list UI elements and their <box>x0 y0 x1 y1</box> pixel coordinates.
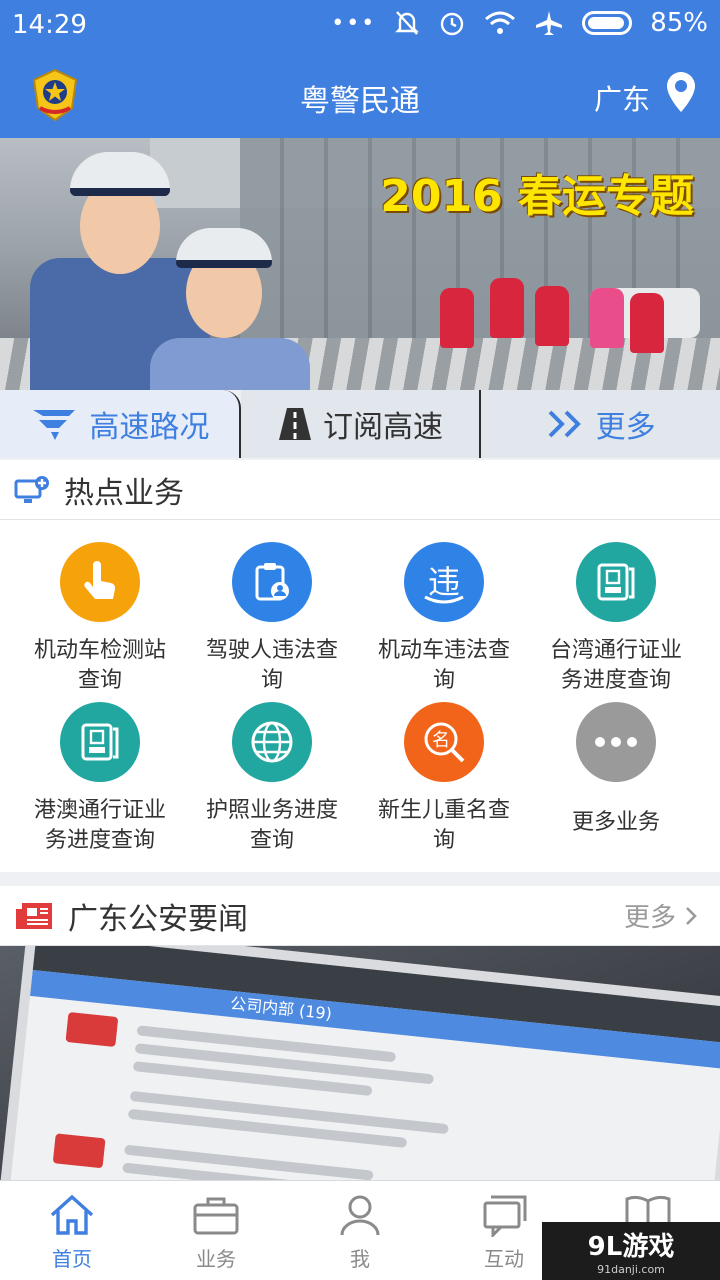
service-label: 询 <box>432 668 455 693</box>
service-label: 询 <box>260 668 283 693</box>
highway-speed-icon <box>33 410 76 440</box>
name-search-icon: 名 <box>404 702 484 782</box>
road-icon <box>279 408 311 440</box>
more-dots-icon <box>576 702 656 782</box>
hot-services-card: 热点业务 机动车检测站查询 驾驶人违法查询 违 机动车违法查询 台湾通行证业务 <box>0 460 720 872</box>
service-label: 务进度查询 <box>560 668 671 693</box>
section-title: 热点业务 <box>64 475 184 511</box>
phone-title-text: 公司内部 <box>229 993 296 1020</box>
news-header: 广东公安要闻 更多 <box>0 886 720 946</box>
status-icons: ••• 85% <box>331 8 708 38</box>
nav-me[interactable]: 我 <box>288 1181 432 1280</box>
status-bar: 14:29 ••• 85% <box>0 0 720 52</box>
news-card: 广东公安要闻 更多 公司内部 (19) <box>0 886 720 1180</box>
watermark-main: 9L游戏 <box>587 1232 675 1262</box>
nav-home[interactable]: 首页 <box>0 1181 144 1280</box>
hand-tap-icon <box>60 542 140 622</box>
service-label: 驾驶人违法查 <box>205 638 338 663</box>
taiwan-pass-icon <box>576 542 656 622</box>
tab-subscribe-highway[interactable]: 订阅高速 <box>240 390 482 458</box>
officer-female-cap <box>176 228 272 268</box>
service-label: 询 <box>432 828 455 853</box>
service-driver-violation[interactable]: 驾驶人违法查询 <box>182 542 362 696</box>
double-chevron-right-icon <box>548 410 581 438</box>
quick-tabs: 高速路况 订阅高速 更多 <box>0 390 720 458</box>
officer-female <box>150 338 310 390</box>
service-taiwan-pass[interactable]: 台湾通行证业 务进度查询 <box>526 542 706 696</box>
service-passport[interactable]: 护照业务进度 查询 <box>182 702 362 856</box>
location-pin-icon[interactable] <box>664 70 698 114</box>
driver-icon <box>232 542 312 622</box>
hk-macau-pass-icon <box>60 702 140 782</box>
service-label: 台湾通行证业 <box>549 638 682 663</box>
section-title: 广东公安要闻 <box>68 901 248 937</box>
airplane-icon <box>536 11 563 35</box>
nav-label: 互动 <box>484 1247 524 1271</box>
more-label: 更多 <box>623 903 676 933</box>
service-label: 机动车检测站 <box>33 638 166 663</box>
banner-headline: 2016 春运专题 <box>380 171 694 222</box>
wifi-icon <box>485 11 516 34</box>
service-label: 查询 <box>77 668 122 693</box>
service-label: 新生儿重名查 <box>377 798 510 823</box>
service-label: 务进度查询 <box>44 828 155 853</box>
battery-icon <box>582 11 633 35</box>
tab-more[interactable]: 更多 <box>481 390 720 458</box>
nav-label: 我 <box>350 1247 370 1271</box>
service-label: 查询 <box>249 828 294 853</box>
newspaper-icon <box>16 902 52 929</box>
chat-avatar <box>52 1133 106 1169</box>
monitor-plus-icon <box>14 475 49 503</box>
child-figure <box>630 293 664 353</box>
service-label: 更多业务 <box>571 810 660 835</box>
tab-label: 更多 <box>595 410 656 445</box>
service-more[interactable]: 更多业务 <box>526 702 706 838</box>
phone-title-count: (19) <box>298 1001 333 1024</box>
site-watermark: 9L游戏 91danji.com <box>542 1222 720 1280</box>
battery-percent: 85% <box>650 8 708 38</box>
svg-text:违: 违 <box>428 563 460 601</box>
mute-bell-icon <box>395 11 420 35</box>
location-label[interactable]: 广东 <box>594 78 650 118</box>
violation-icon: 违 <box>404 542 484 622</box>
nav-label: 首页 <box>52 1247 92 1271</box>
app-header: 粤警民通 广东 <box>0 52 720 138</box>
chat-icon <box>483 1195 527 1237</box>
tab-highway-traffic[interactable]: 高速路况 <box>0 390 241 458</box>
phone-image: 公司内部 (19) <box>0 946 720 1180</box>
child-figure <box>590 288 624 348</box>
service-label: 机动车违法查 <box>377 638 510 663</box>
service-label: 港澳通行证业 <box>33 798 166 823</box>
service-newborn-name[interactable]: 名 新生儿重名查询 <box>354 702 534 856</box>
promo-banner[interactable]: 2016 春运专题 <box>0 138 720 390</box>
news-image[interactable]: 公司内部 (19) <box>0 946 720 1180</box>
child-figure <box>535 286 569 346</box>
service-label: 护照业务进度 <box>205 798 338 823</box>
watermark-sub: 91danji.com <box>597 1263 665 1276</box>
service-vehicle-violation[interactable]: 违 机动车违法查询 <box>354 542 534 696</box>
hot-services-header: 热点业务 <box>0 460 720 520</box>
child-figure <box>490 278 524 338</box>
alarm-icon <box>441 12 464 36</box>
nav-label: 业务 <box>196 1247 236 1271</box>
service-vehicle-inspection[interactable]: 机动车检测站 查询 <box>10 542 190 696</box>
user-icon <box>340 1195 380 1236</box>
child-figure <box>440 288 474 348</box>
chat-avatar <box>65 1011 119 1048</box>
svg-text:名: 名 <box>432 730 450 751</box>
chevron-right-icon <box>686 906 697 925</box>
more-dots-status-icon: ••• <box>331 10 377 36</box>
tab-label: 订阅高速 <box>323 410 443 445</box>
tab-label: 高速路况 <box>89 410 210 445</box>
globe-icon <box>232 702 312 782</box>
service-hk-macau-pass[interactable]: 港澳通行证业 务进度查询 <box>10 702 190 856</box>
news-more-link[interactable]: 更多 <box>624 897 698 934</box>
briefcase-icon <box>193 1197 239 1235</box>
nav-business[interactable]: 业务 <box>144 1181 288 1280</box>
home-icon <box>50 1194 94 1235</box>
status-time: 14:29 <box>12 10 87 40</box>
services-grid: 机动车检测站 查询 驾驶人违法查询 违 机动车违法查询 台湾通行证业 务进度查询 港 <box>0 520 720 872</box>
